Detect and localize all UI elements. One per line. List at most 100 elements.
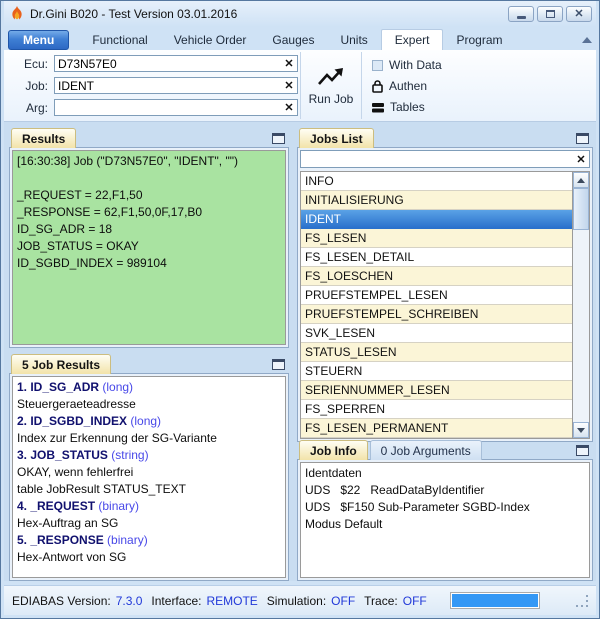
minimize-button[interactable] (508, 6, 534, 22)
job-row-pruefstempel_lesen[interactable]: PRUEFSTEMPEL_LESEN (301, 286, 572, 305)
tables-label: Tables (390, 100, 425, 114)
with-data-label: With Data (389, 58, 442, 72)
result-type: (binary) (98, 499, 140, 513)
log-line: ID_SG_ADR = 18 (17, 222, 113, 236)
jobs-scrollbar[interactable] (572, 172, 589, 438)
arg-clear-icon[interactable]: ✕ (281, 101, 297, 114)
tab-units[interactable]: Units (327, 29, 380, 50)
job-info-content: Identdaten UDS $22 ReadDataByIdentifier UD… (300, 462, 590, 578)
tab-vehicle-order[interactable]: Vehicle Order (161, 29, 260, 50)
run-job-icon (316, 66, 346, 88)
job-field-box: ✕ (54, 77, 298, 94)
result-type: (string) (111, 448, 149, 462)
job-results-list: 1. ID_SG_ADR (long) Steuergeraeteadresse 2… (12, 376, 286, 578)
collapse-ribbon-icon[interactable] (582, 37, 592, 43)
run-job-label: Run Job (308, 91, 354, 106)
tab-gauges[interactable]: Gauges (259, 29, 327, 50)
arg-field-box: ✕ (54, 99, 298, 116)
status-item: EDIABAS Version: 7.3.0 (12, 594, 142, 608)
result-description: Hex-Antwort von SG (17, 550, 127, 564)
status-label: Trace: (364, 593, 398, 608)
job-row-ident[interactable]: IDENT (301, 210, 572, 229)
result-description: Steuergeraeteadresse (17, 397, 136, 411)
result-name: 1. ID_SG_ADR (17, 380, 103, 394)
authen-button[interactable]: Authen (368, 77, 446, 95)
jobs-list-tab[interactable]: Jobs List (299, 128, 374, 148)
job-clear-icon[interactable]: ✕ (281, 79, 297, 92)
job-result-name: 4. _REQUEST (binary) (17, 498, 281, 515)
ecu-clear-icon[interactable]: ✕ (281, 57, 297, 70)
results-tab[interactable]: Results (11, 128, 77, 148)
status-value: OFF (402, 593, 427, 608)
tab-functional[interactable]: Functional (79, 29, 160, 50)
jobs-filter-clear-icon[interactable]: ✕ (573, 153, 589, 166)
job-row-svk_lesen[interactable]: SVK_LESEN (301, 324, 572, 343)
authen-label: Authen (389, 79, 428, 93)
jobs-list-maximize-icon[interactable] (576, 133, 589, 144)
menu-button[interactable]: Menu (8, 30, 70, 50)
job-input[interactable] (55, 78, 281, 93)
jobs-filter-input[interactable] (301, 151, 573, 167)
app-flame-icon (10, 6, 24, 22)
scroll-up-button[interactable] (573, 172, 589, 188)
log-line: ID_SGBD_INDEX = 989104 (17, 256, 167, 270)
job-row-pruefstempel_schreiben[interactable]: PRUEFSTEMPEL_SCHREIBEN (301, 305, 572, 324)
job-results-maximize-icon[interactable] (272, 359, 285, 370)
tab-expert[interactable]: Expert (380, 29, 444, 50)
job-results-panel: 5 Job Results 1. ID_SG_ADR (long) Steuerg… (9, 354, 289, 581)
result-description: Index zur Erkennung der SG-Variante (17, 431, 217, 445)
scroll-thumb[interactable] (573, 188, 589, 230)
log-line: _RESPONSE = 62,F1,50,0F,17,B0 (17, 205, 203, 219)
arg-input[interactable] (55, 100, 281, 115)
status-items: EDIABAS Version: 7.3.0 Interface: REMOTE Sim… (12, 594, 436, 608)
job-row-status_lesen[interactable]: STATUS_LESEN (301, 343, 572, 362)
maximize-icon (545, 10, 555, 18)
job-results-tab[interactable]: 5 Job Results (11, 354, 112, 374)
job-info-line: UDS $F150 Sub-Parameter SGBD-Index (305, 500, 530, 514)
ecu-field-box: ✕ (54, 55, 298, 72)
job-row-fs_loeschen[interactable]: FS_LOESCHEN (301, 267, 572, 286)
maximize-button[interactable] (537, 6, 563, 22)
job-arguments-tab[interactable]: 0 Job Arguments (369, 440, 482, 460)
results-maximize-icon[interactable] (272, 133, 285, 144)
result-name: 2. ID_SGBD_INDEX (17, 414, 131, 428)
job-row-seriennummer_lesen[interactable]: SERIENNUMMER_LESEN (301, 381, 572, 400)
job-row-steuern[interactable]: STEUERN (301, 362, 572, 381)
run-job-button[interactable]: Run Job (301, 50, 361, 121)
result-description: table JobResult STATUS_TEXT (17, 482, 186, 496)
ecu-input[interactable] (55, 56, 281, 71)
status-label: Interface: (151, 593, 202, 608)
progress-fill (451, 594, 538, 607)
ecu-label: Ecu: (23, 56, 48, 71)
arg-label: Arg: (25, 100, 48, 115)
job-info-tab[interactable]: Job Info (299, 440, 368, 460)
scroll-track[interactable] (573, 230, 589, 422)
status-label: EDIABAS Version: (12, 593, 111, 608)
tables-icon (372, 102, 384, 113)
job-row-fs_lesen_detail[interactable]: FS_LESEN_DETAIL (301, 248, 572, 267)
job-label: Job: (25, 78, 48, 93)
job-row-info[interactable]: INFO (301, 172, 572, 191)
close-button[interactable]: ✕ (566, 6, 592, 22)
job-info-maximize-icon[interactable] (576, 445, 589, 456)
jobs-filter-box: ✕ (300, 150, 590, 168)
with-data-toggle[interactable]: With Data (368, 56, 446, 74)
status-label: Simulation: (266, 593, 327, 608)
job-row-fs_sperren[interactable]: FS_SPERREN (301, 400, 572, 419)
resize-grip-icon[interactable] (576, 594, 588, 607)
ribbon-content: Ecu: ✕ Job: ✕ Arg: ✕ (4, 50, 596, 122)
title-bar: Dr.Gini B020 - Test Version 03.01.2016 ✕ (4, 1, 596, 27)
ribbon-tab-strip: Menu Functional Vehicle Order Gauges Uni… (4, 27, 596, 50)
job-row-fs_lesen[interactable]: FS_LESEN (301, 229, 572, 248)
result-name: 5. _RESPONSE (17, 533, 108, 547)
status-bar: EDIABAS Version: 7.3.0 Interface: REMOTE Sim… (4, 585, 596, 615)
job-row-initialisierung[interactable]: INITIALISIERUNG (301, 191, 572, 210)
main-area: Results [16:30:38] Job ("D73N57E0", "IDE… (4, 122, 596, 581)
log-line: _REQUEST = 22,F1,50 (17, 188, 143, 202)
scroll-up-icon (577, 177, 585, 183)
result-name: 3. JOB_STATUS (17, 448, 112, 462)
job-info-line: Identdaten (305, 466, 362, 480)
tables-button[interactable]: Tables (368, 98, 446, 116)
job-info-line: Modus Default (305, 517, 383, 531)
tab-program[interactable]: Program (443, 29, 515, 50)
